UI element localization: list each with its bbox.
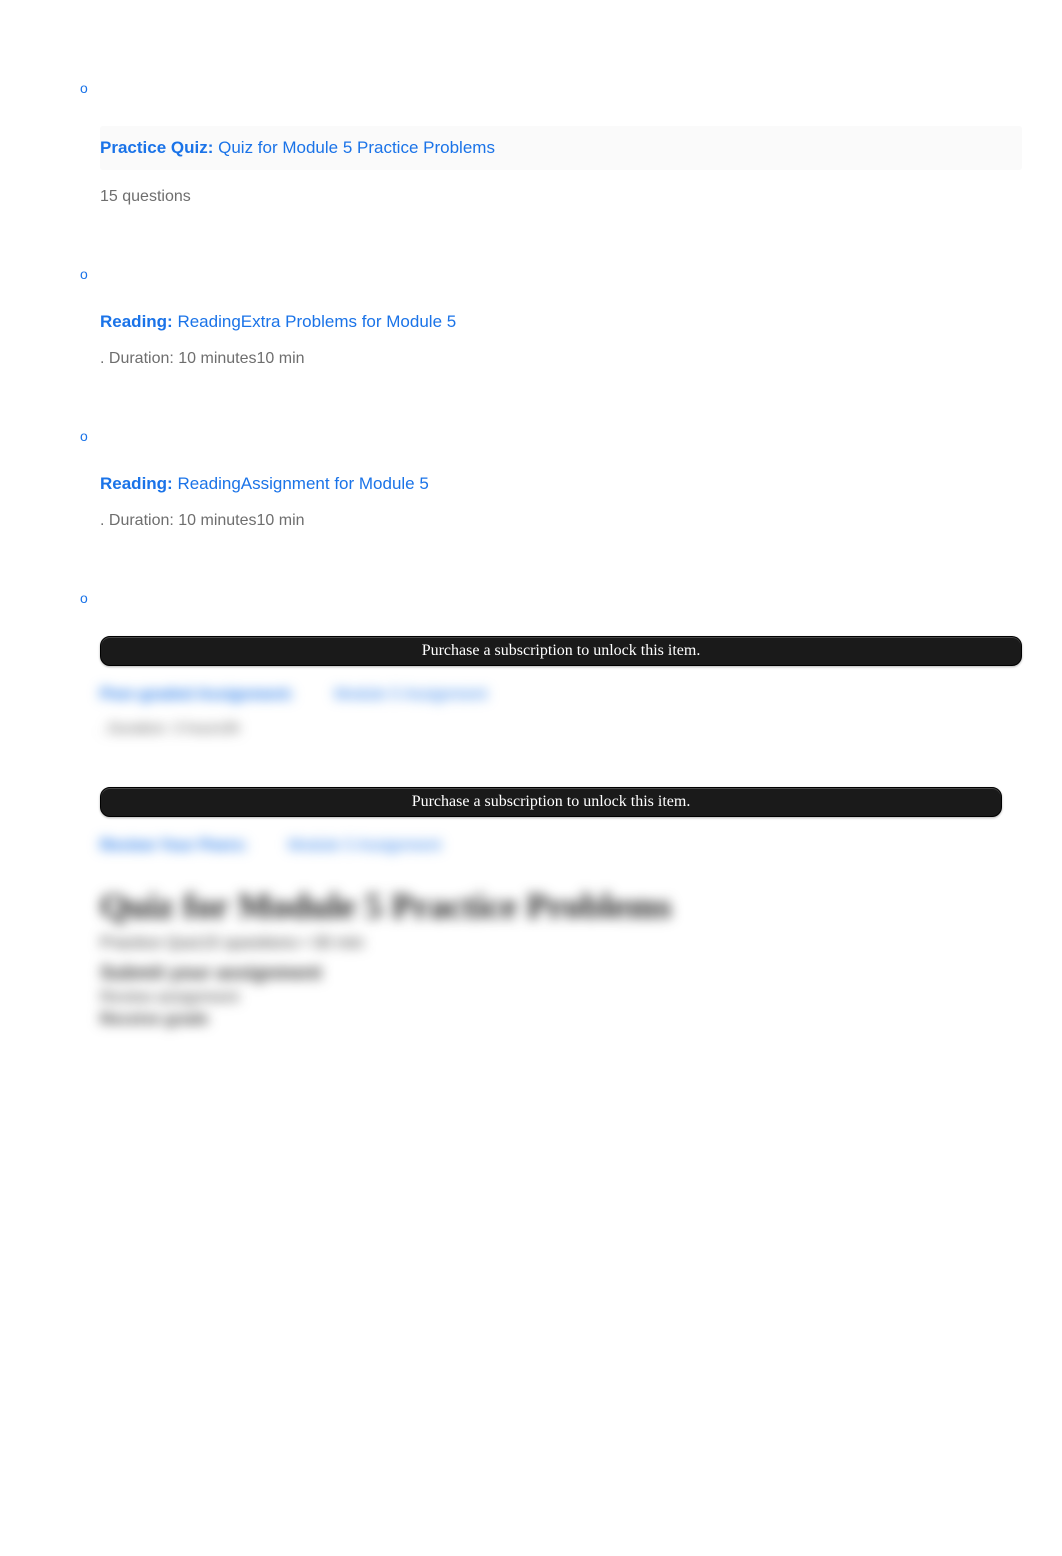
course-item[interactable]: Reading: ReadingExtra Problems for Modul… [100,312,1022,332]
locked-step: Review assignment [100,989,1002,1007]
item-meta: . Duration: 10 minutes10 min [100,512,1022,530]
item-type-label: Reading: [100,312,177,331]
item-type-label: Reading: [100,474,177,493]
item-meta: 15 questions [100,188,1022,206]
list-bullet: o [80,428,90,444]
course-item[interactable]: Reading: ReadingAssignment for Module 5 [100,474,1022,494]
course-item[interactable]: Practice Quiz: Quiz for Module 5 Practic… [100,126,1022,170]
locked-subtitle: Practice Quiz15 questions • 30 min [100,933,1002,953]
locked-item-prefix: Review Your Peers: [100,837,248,854]
locked-item-title: Module 5 Assignment [288,837,441,854]
item-meta: . Duration: 10 minutes10 min [100,350,1022,368]
item-title: Quiz for Module 5 Practice Problems [218,138,495,157]
locked-heading: Quiz for Module 5 Practice Problems [100,885,1002,927]
locked-step: Receive grade [100,1011,1002,1029]
paywall-banner[interactable]: Purchase a subscription to unlock this i… [100,787,1002,817]
practice-quiz-link[interactable]: Practice Quiz: Quiz for Module 5 Practic… [100,138,495,157]
list-bullet: o [80,80,90,96]
paywall-banner[interactable]: Purchase a subscription to unlock this i… [100,636,1022,666]
reading-link[interactable]: Reading: ReadingAssignment for Module 5 [100,474,429,493]
item-title: ReadingAssignment for Module 5 [177,474,428,493]
locked-item-meta: . Duration: 3 hours3h [100,720,1022,737]
reading-link[interactable]: Reading: ReadingExtra Problems for Modul… [100,312,456,331]
list-bullet: o [80,590,90,606]
item-title: ReadingExtra Problems for Module 5 [177,312,456,331]
locked-step: Submit your assignment [100,963,1002,985]
item-type-label: Practice Quiz: [100,138,218,157]
list-bullet: o [80,266,90,282]
locked-item-title: Module 5 Assignment [334,686,487,703]
locked-item-prefix: Peer-graded Assignment: [100,686,294,703]
